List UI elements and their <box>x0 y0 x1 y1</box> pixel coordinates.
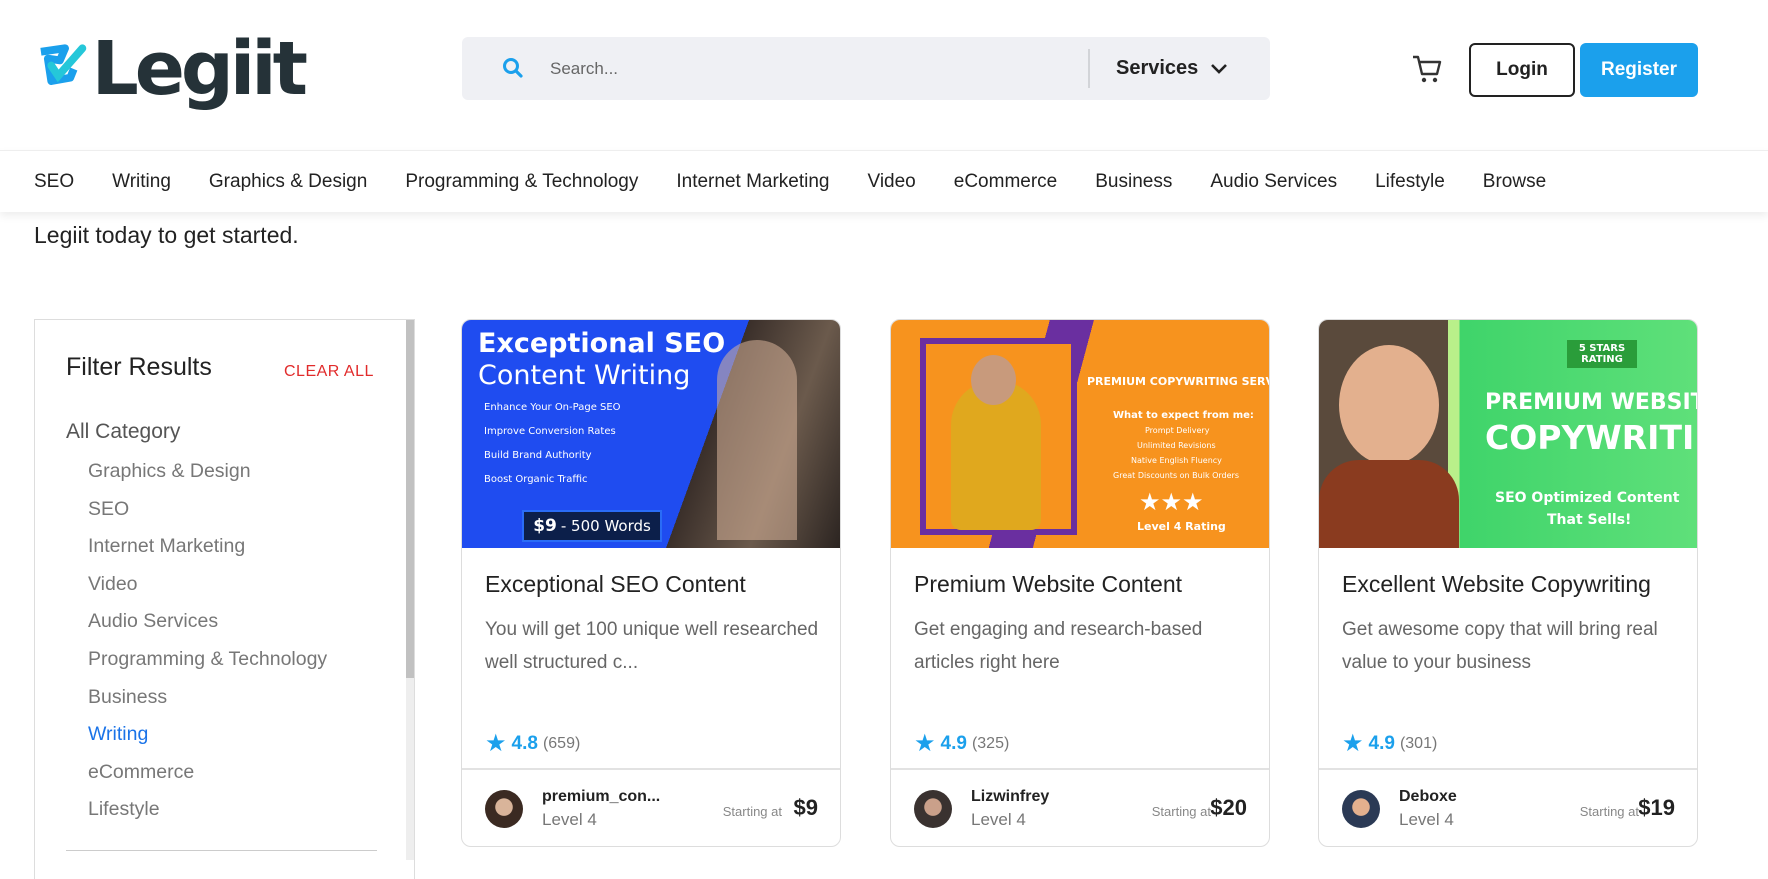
gig-card[interactable]: PREMIUM COPYWRITING SERVICE What to expe… <box>890 319 1270 847</box>
nav-graphics-design[interactable]: Graphics & Design <box>209 171 367 193</box>
seller-name[interactable]: premium_con... <box>542 788 660 806</box>
starting-at-label: Starting at <box>722 804 782 819</box>
stars-icon: ★★★ <box>1139 488 1204 516</box>
avatar[interactable] <box>914 790 952 828</box>
nav-writing[interactable]: Writing <box>112 171 171 193</box>
cart-icon[interactable] <box>1410 52 1444 86</box>
category-list: Graphics & Design SEO Internet Marketing… <box>88 460 327 836</box>
divider <box>1319 768 1697 770</box>
category-item[interactable]: Programming & Technology <box>88 648 327 686</box>
nav-browse[interactable]: Browse <box>1483 171 1546 193</box>
logo-check-icon <box>40 44 87 85</box>
search-icon[interactable] <box>502 57 524 79</box>
category-item[interactable]: Graphics & Design <box>88 460 327 498</box>
filter-title: Filter Results <box>66 353 212 381</box>
category-item[interactable]: Business <box>88 686 327 724</box>
scrollbar[interactable] <box>406 320 414 860</box>
gig-card[interactable]: 5 STARS RATING PREMIUM WEBSITE COPYWRITI… <box>1318 319 1698 847</box>
avatar[interactable] <box>1342 790 1380 828</box>
seller-level: Level 4 <box>1399 810 1454 829</box>
category-item[interactable]: Audio Services <box>88 610 327 648</box>
chevron-down-icon <box>1211 63 1228 74</box>
nav-video[interactable]: Video <box>868 171 916 193</box>
star-icon: ★ <box>914 730 936 757</box>
gig-title[interactable]: Excellent Website Copywriting <box>1342 571 1651 598</box>
divider <box>66 850 377 851</box>
nav-ecommerce[interactable]: eCommerce <box>954 171 1057 193</box>
logo-wordmark: Legiit <box>91 26 308 112</box>
category-item[interactable]: Lifestyle <box>88 798 327 836</box>
register-button[interactable]: Register <box>1580 43 1698 97</box>
divider <box>891 768 1269 770</box>
nav-programming-technology[interactable]: Programming & Technology <box>405 171 638 193</box>
category-item-active[interactable]: Writing <box>88 723 327 761</box>
login-button[interactable]: Login <box>1469 43 1575 97</box>
intro-text: Legiit today to get started. <box>34 222 299 248</box>
star-icon: ★ <box>485 730 507 757</box>
gig-description: Get engaging and research-based articles… <box>914 619 1203 673</box>
category-select-label: Services <box>1116 57 1199 79</box>
gig-description: Get awesome copy that will bring real va… <box>1342 619 1658 673</box>
category-item[interactable]: Internet Marketing <box>88 535 327 573</box>
gig-title[interactable]: Premium Website Content <box>914 571 1182 598</box>
avatar[interactable] <box>485 790 523 828</box>
category-item[interactable]: eCommerce <box>88 761 327 799</box>
seller-level: Level 4 <box>971 810 1026 829</box>
category-nav: SEO Writing Graphics & Design Programmin… <box>0 150 1768 212</box>
seller-name[interactable]: Deboxe <box>1399 788 1457 806</box>
gig-description: You will get 100 unique well researched … <box>485 619 819 673</box>
nav-audio-services[interactable]: Audio Services <box>1210 171 1337 193</box>
gig-image[interactable]: Exceptional SEO Content Writing Enhance … <box>462 320 840 548</box>
gig-price: $19 <box>1638 795 1675 820</box>
gig-rating: ★ 4.9 (301) <box>1342 730 1438 757</box>
gig-card[interactable]: Exceptional SEO Content Writing Enhance … <box>461 319 841 847</box>
search-divider <box>1088 49 1090 88</box>
clear-all-button[interactable]: CLEAR ALL <box>284 363 374 381</box>
category-item[interactable]: SEO <box>88 498 327 536</box>
starting-at-label: Starting at <box>1151 804 1211 819</box>
gig-rating: ★ 4.8 (659) <box>485 730 581 757</box>
gig-rating: ★ 4.9 (325) <box>914 730 1010 757</box>
filter-sidebar: Filter Results CLEAR ALL All Category Gr… <box>34 319 415 879</box>
seller-level: Level 4 <box>542 810 597 829</box>
nav-lifestyle[interactable]: Lifestyle <box>1375 171 1445 193</box>
legiit-logo[interactable]: Legiit <box>34 26 308 112</box>
gig-title[interactable]: Exceptional SEO Content <box>485 571 746 598</box>
gig-price: $9 <box>793 795 818 820</box>
seller-name[interactable]: Lizwinfrey <box>971 788 1049 806</box>
category-item[interactable]: Video <box>88 573 327 611</box>
starting-at-label: Starting at <box>1579 804 1639 819</box>
gig-image[interactable]: PREMIUM COPYWRITING SERVICE What to expe… <box>891 320 1269 548</box>
search-input[interactable] <box>550 37 1110 100</box>
nav-seo[interactable]: SEO <box>34 171 74 193</box>
scrollbar-thumb[interactable] <box>406 320 414 678</box>
nav-internet-marketing[interactable]: Internet Marketing <box>676 171 829 193</box>
divider <box>462 768 840 770</box>
search-bar: Services <box>462 37 1270 100</box>
gig-price: $20 <box>1210 795 1247 820</box>
category-select[interactable]: Services <box>1116 37 1228 100</box>
gig-image[interactable]: 5 STARS RATING PREMIUM WEBSITE COPYWRITI… <box>1319 320 1697 548</box>
nav-business[interactable]: Business <box>1095 171 1172 193</box>
all-category[interactable]: All Category <box>66 420 180 444</box>
star-icon: ★ <box>1342 730 1364 757</box>
